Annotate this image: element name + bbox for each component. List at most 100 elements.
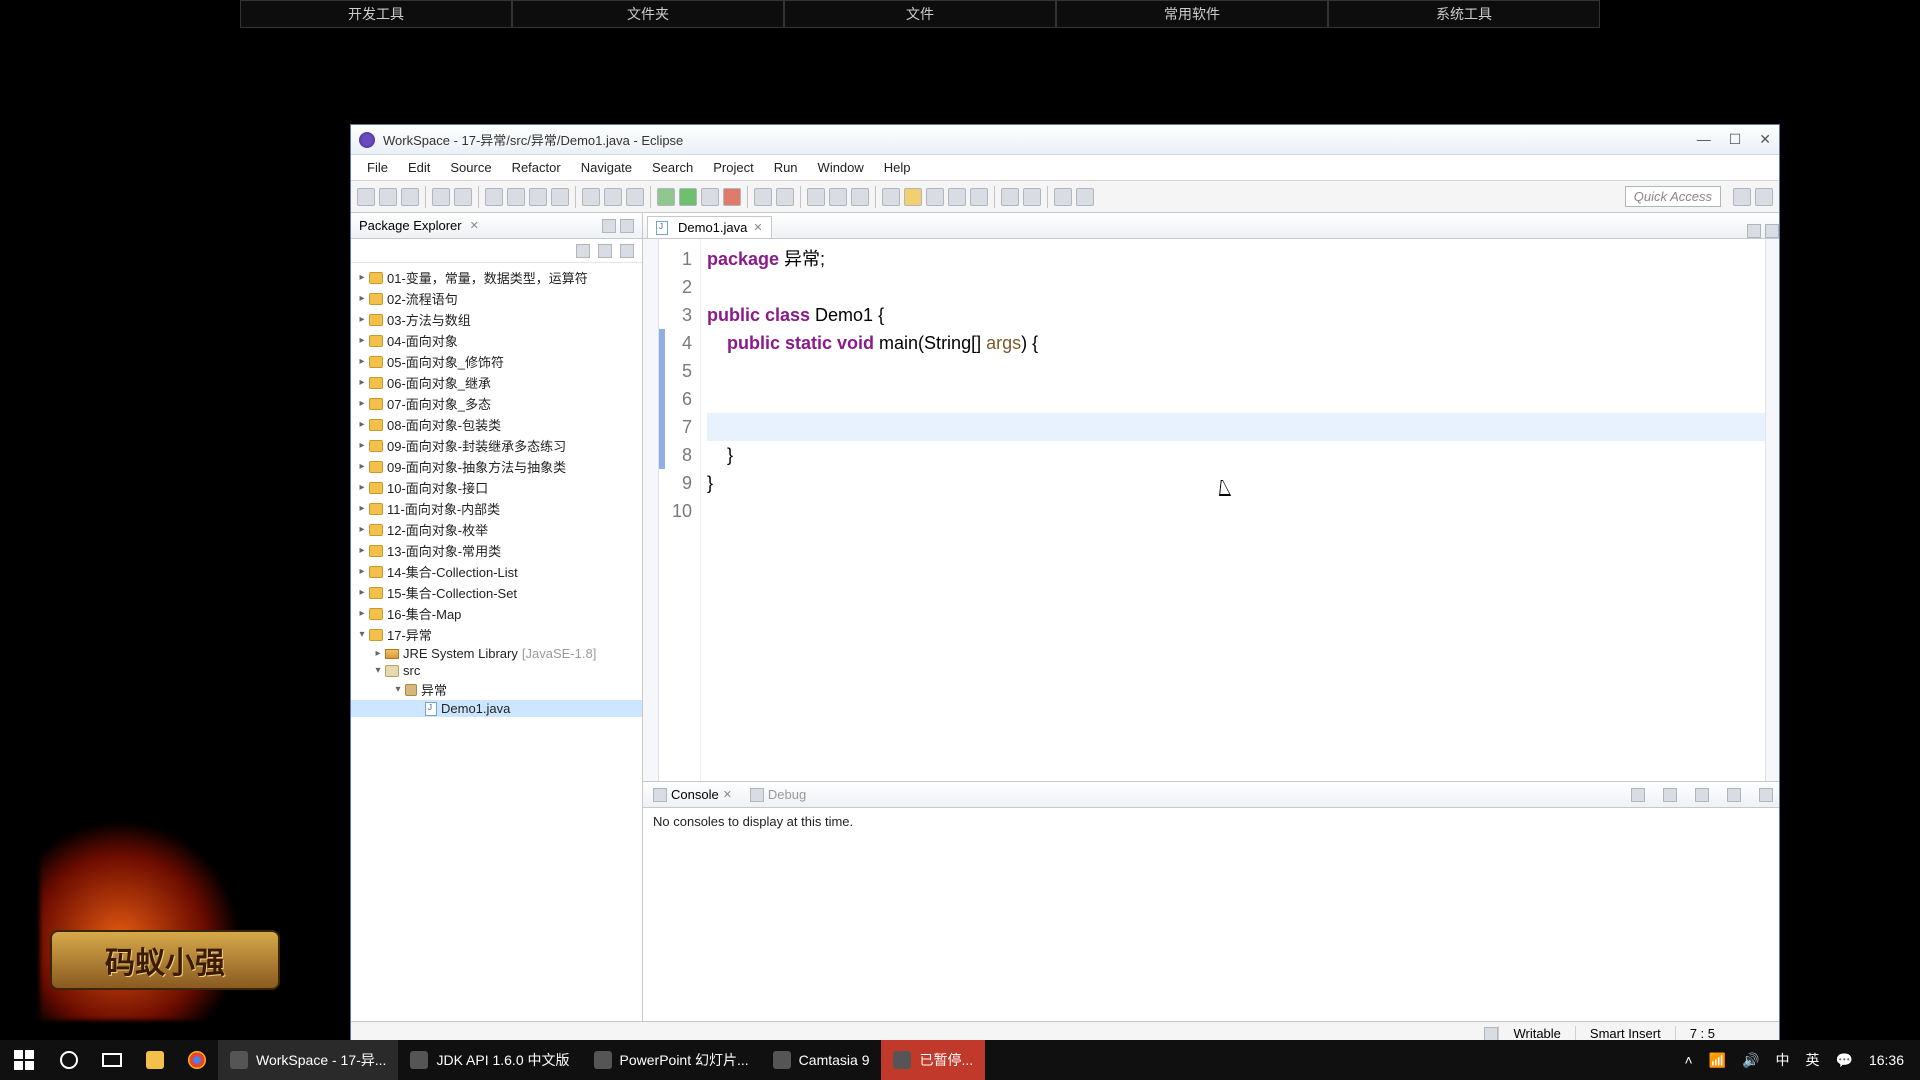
tb-pin-icon[interactable]: [882, 188, 900, 206]
code-editor[interactable]: 12345678910 package 异常;public class Demo…: [643, 239, 1779, 781]
tb-saveall-icon[interactable]: [401, 188, 419, 206]
view-min-icon[interactable]: [602, 219, 616, 233]
project-item[interactable]: ▸06-面向对象_继承: [351, 372, 642, 393]
tb-newclass-icon[interactable]: [754, 188, 772, 206]
pinned-chrome[interactable]: [176, 1040, 218, 1080]
taskbar-app[interactable]: PowerPoint 幻灯片...: [582, 1040, 761, 1080]
menu-help[interactable]: Help: [874, 158, 921, 177]
console-display-icon[interactable]: [1663, 788, 1677, 802]
tb-blockselect-icon[interactable]: [948, 188, 966, 206]
project-item[interactable]: ▸03-方法与数组: [351, 309, 642, 330]
tb-search-icon[interactable]: [829, 188, 847, 206]
project-item[interactable]: ▸02-流程语句: [351, 288, 642, 309]
tray-notify-icon[interactable]: 💬: [1836, 1052, 1853, 1069]
cortana-button[interactable]: [48, 1040, 90, 1080]
minimize-button[interactable]: —: [1697, 131, 1711, 148]
tray-time[interactable]: 16:36: [1869, 1052, 1904, 1068]
java-file-item[interactable]: Demo1.java: [351, 700, 642, 717]
menu-edit[interactable]: Edit: [398, 158, 440, 177]
view-menu-icon[interactable]: [620, 244, 634, 258]
close-button[interactable]: ✕: [1759, 131, 1771, 148]
tb-toggle-icon[interactable]: [926, 188, 944, 206]
package-item[interactable]: ▾异常: [351, 679, 642, 700]
desk-tab[interactable]: 系统工具: [1328, 0, 1600, 28]
menu-source[interactable]: Source: [440, 158, 501, 177]
tb-build-icon[interactable]: [432, 188, 450, 206]
menu-file[interactable]: File: [357, 158, 398, 177]
tb-fwd-icon[interactable]: [1076, 188, 1094, 206]
project-item[interactable]: ▸16-集合-Map: [351, 603, 642, 624]
menu-navigate[interactable]: Navigate: [571, 158, 642, 177]
tray-network-icon[interactable]: 📶: [1709, 1052, 1726, 1069]
tray-volume-icon[interactable]: 🔊: [1742, 1052, 1759, 1069]
menu-refactor[interactable]: Refactor: [502, 158, 571, 177]
tb-runlast-icon[interactable]: [701, 188, 719, 206]
menu-run[interactable]: Run: [764, 158, 808, 177]
tb-run-icon[interactable]: [679, 188, 697, 206]
tb-save-icon[interactable]: [379, 188, 397, 206]
start-button[interactable]: [0, 1040, 48, 1080]
project-item[interactable]: ▸05-面向对象_修饰符: [351, 351, 642, 372]
tb-mark-icon[interactable]: [904, 188, 922, 206]
menu-window[interactable]: Window: [808, 158, 874, 177]
tb-newpkg-icon[interactable]: [776, 188, 794, 206]
project-item[interactable]: ▸08-面向对象-包装类: [351, 414, 642, 435]
tb-next-ann-icon[interactable]: [1001, 188, 1019, 206]
tb-annotation-icon[interactable]: [851, 188, 869, 206]
close-tab-icon[interactable]: ✕: [753, 221, 762, 234]
editor-max-icon[interactable]: [1765, 224, 1779, 238]
project-tree[interactable]: ▸01-变量，常量，数据类型，运算符▸02-流程语句▸03-方法与数组▸04-面…: [351, 263, 642, 1021]
tb-debug-icon[interactable]: [657, 188, 675, 206]
tb-persp-debug-icon[interactable]: [1755, 188, 1773, 206]
tb-opentype-icon[interactable]: [807, 188, 825, 206]
tb-resume-icon[interactable]: [485, 188, 503, 206]
taskbar-app[interactable]: Camtasia 9: [761, 1040, 882, 1080]
tb-disconnect-icon[interactable]: [551, 188, 569, 206]
console-max-icon[interactable]: [1759, 788, 1773, 802]
jre-library[interactable]: ▸JRE System Library[JavaSE-1.8]: [351, 645, 642, 662]
project-item[interactable]: ▸10-面向对象-接口: [351, 477, 642, 498]
tb-back-icon[interactable]: [1054, 188, 1072, 206]
taskbar-app[interactable]: JDK API 1.6.0 中文版: [398, 1040, 581, 1080]
desk-tab[interactable]: 文件夹: [512, 0, 784, 28]
title-bar[interactable]: WorkSpace - 17-异常/src/异常/Demo1.java - Ec…: [351, 125, 1779, 155]
tb-new-icon[interactable]: [357, 188, 375, 206]
collapse-all-icon[interactable]: [576, 244, 590, 258]
desk-tab[interactable]: 开发工具: [240, 0, 512, 28]
tray-chevron-icon[interactable]: ˄: [1684, 1052, 1692, 1068]
tb-pause-icon[interactable]: [507, 188, 525, 206]
debug-tab[interactable]: Debug: [746, 787, 806, 802]
taskbar-app[interactable]: 已暂停...: [881, 1040, 985, 1080]
console-tab[interactable]: Console ✕: [649, 787, 732, 802]
taskbar-app[interactable]: WorkSpace - 17-异...: [218, 1040, 398, 1080]
tb-prev-ann-icon[interactable]: [1023, 188, 1041, 206]
system-tray[interactable]: ˄ 📶 🔊 中 英 💬 16:36: [1668, 1050, 1920, 1070]
view-max-icon[interactable]: [620, 219, 634, 233]
close-view-icon[interactable]: ✕: [470, 219, 479, 232]
tb-extern-icon[interactable]: [723, 188, 741, 206]
tb-stepreturn-icon[interactable]: [626, 188, 644, 206]
tb-stepover-icon[interactable]: [604, 188, 622, 206]
project-item[interactable]: ▸04-面向对象: [351, 330, 642, 351]
taskview-button[interactable]: [90, 1040, 134, 1080]
close-console-icon[interactable]: ✕: [723, 788, 732, 801]
console-open-icon[interactable]: [1695, 788, 1709, 802]
ime-kbd[interactable]: 英: [1806, 1050, 1820, 1070]
ime-lang[interactable]: 中: [1776, 1050, 1790, 1070]
project-item[interactable]: ▸01-变量，常量，数据类型，运算符: [351, 267, 642, 288]
tb-stop-icon[interactable]: [529, 188, 547, 206]
project-item[interactable]: ▸15-集合-Collection-Set: [351, 582, 642, 603]
project-item[interactable]: ▸11-面向对象-内部类: [351, 498, 642, 519]
project-item[interactable]: ▸14-集合-Collection-List: [351, 561, 642, 582]
console-pin-icon[interactable]: [1631, 788, 1645, 802]
pinned-explorer[interactable]: [134, 1040, 176, 1080]
console-min-icon[interactable]: [1727, 788, 1741, 802]
tb-skip-icon[interactable]: [454, 188, 472, 206]
tb-showws-icon[interactable]: [970, 188, 988, 206]
project-item[interactable]: ▸09-面向对象-封装继承多态练习: [351, 435, 642, 456]
project-item[interactable]: ▸09-面向对象-抽象方法与抽象类: [351, 456, 642, 477]
project-item[interactable]: ▸07-面向对象_多态: [351, 393, 642, 414]
editor-tab[interactable]: Demo1.java ✕: [647, 216, 772, 238]
maximize-button[interactable]: ☐: [1729, 131, 1742, 148]
desk-tab[interactable]: 常用软件: [1056, 0, 1328, 28]
